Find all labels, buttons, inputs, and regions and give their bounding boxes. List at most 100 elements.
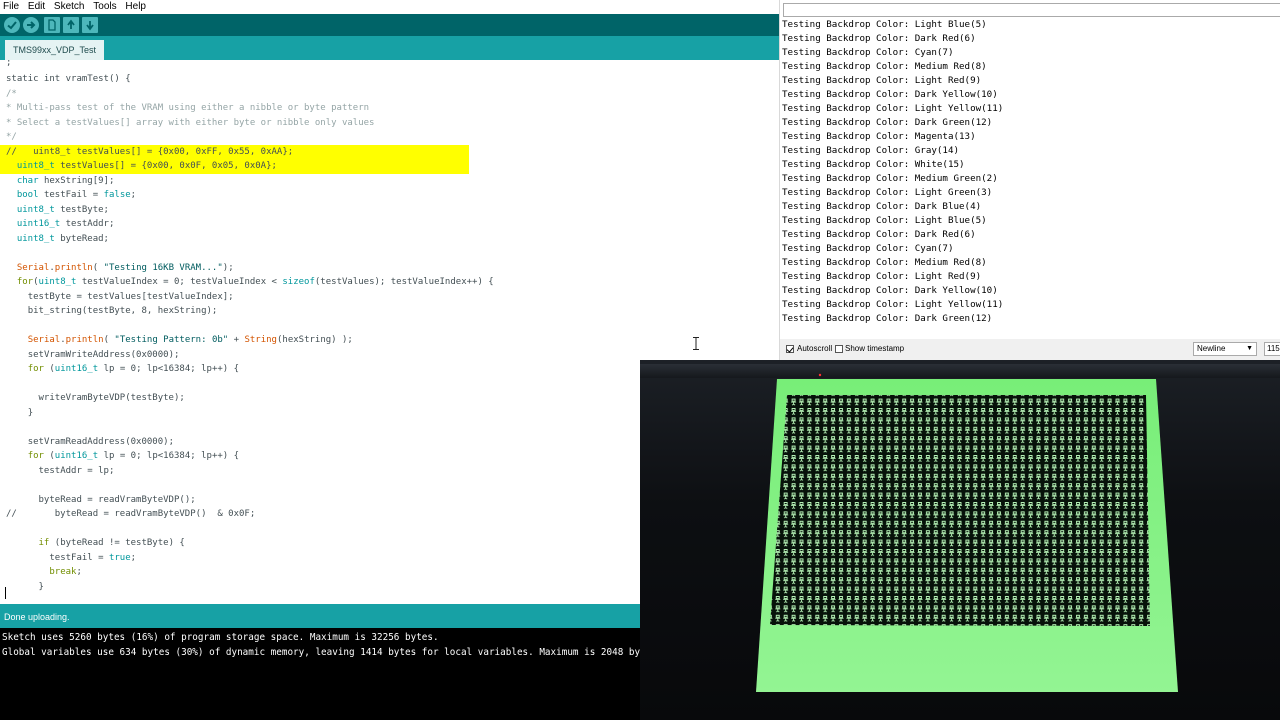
code-token: + [228, 335, 245, 345]
code-token: static int vramTest() { [6, 74, 131, 84]
code-token: ( [43, 364, 55, 374]
serial-line: Testing Backdrop Color: Dark Green(12) [782, 117, 993, 128]
status-bar: Done uploading. [0, 604, 640, 628]
verify-icon[interactable] [4, 17, 20, 33]
menu-file[interactable]: File [0, 0, 22, 12]
save-icon[interactable] [82, 17, 98, 33]
serial-footer: Autoscroll Show timestamp Newline ▼ 115 [780, 339, 1280, 360]
code-token: testAddr = lp; [38, 465, 115, 476]
code-token: ( [103, 335, 115, 345]
code-token: } [27, 407, 34, 418]
code-token: ( [92, 262, 104, 273]
text-caret [5, 587, 6, 599]
code-token: byteRead; [54, 233, 109, 244]
upload-icon[interactable] [23, 17, 39, 33]
code-token: } [38, 581, 44, 592]
code-line: Serial.println( "Testing 16KB VRAM..."); [0, 261, 494, 276]
code-type: uint8_t [38, 277, 77, 287]
code-token: writeVramByteVDP(testByte); [38, 393, 185, 403]
code-type: bool [16, 190, 39, 200]
code-line: setVramReadAddress(0x0000); [0, 435, 494, 450]
code-token: testByte = testValues[testValueIndex]; [27, 291, 234, 302]
menu-edit[interactable]: Edit [25, 0, 48, 12]
code-comment: * Multi-pass test of the VRAM using eith… [6, 103, 370, 113]
baud-select[interactable]: 115 [1264, 342, 1280, 356]
serial-line: Testing Backdrop Color: Dark Yellow(10) [782, 89, 998, 100]
code-token: lp = 0; lp<16384; lp++) { [98, 364, 240, 374]
code-keyword: sizeof [282, 277, 315, 287]
code-comment: /* [6, 88, 17, 99]
code-token: (byteRead != testByte) { [49, 538, 185, 548]
menu-help[interactable]: Help [122, 0, 149, 12]
serial-line: Testing Backdrop Color: Cyan(7) [782, 243, 954, 254]
menu-tools[interactable]: Tools [90, 0, 119, 12]
code-type: char [16, 175, 39, 186]
code-type: uint8_t [16, 161, 55, 171]
code-line: byteRead = readVramByteVDP(); [0, 493, 494, 508]
code-string: "Testing 16KB VRAM..." [103, 262, 223, 273]
code-token: testFail = [38, 190, 104, 200]
code-token: setVramWriteAddress(0x0000); [27, 349, 180, 360]
console-output: Sketch uses 5260 bytes (16%) of program … [0, 628, 640, 720]
open-icon[interactable] [63, 17, 79, 33]
code-keyword: for [16, 277, 34, 287]
code-comment: */ [6, 132, 17, 142]
code-line: setVramWriteAddress(0x0000); [0, 348, 494, 363]
code-token: (testValues); testValueIndex++) { [314, 277, 494, 287]
code-literal: false [103, 190, 131, 200]
serial-line: Testing Backdrop Color: White(15) [782, 159, 965, 170]
code-token: ); [222, 262, 234, 273]
code-line: // byteRead = readVramByteVDP() & 0x0F; [0, 507, 494, 522]
serial-line: Testing Backdrop Color: Light Blue(5) [782, 215, 987, 226]
serial-line: Testing Backdrop Color: Magenta(13) [782, 131, 976, 142]
console-line: Sketch uses 5260 bytes (16%) of program … [2, 632, 439, 643]
new-icon[interactable] [44, 17, 60, 33]
code-type: uint16_t [54, 451, 99, 461]
line-ending-select[interactable]: Newline ▼ [1193, 342, 1257, 356]
code-line: break; [0, 565, 494, 580]
code-line: ; [6, 60, 12, 68]
tab-sketch[interactable]: TMS99xx_VDP_Test [5, 40, 105, 60]
code-token: // byteRead = readVramByteVDP() & 0x0F; [6, 509, 256, 519]
serial-line: Testing Backdrop Color: Medium Red(8) [782, 61, 987, 72]
autoscroll-checkbox[interactable] [786, 345, 794, 353]
highlighted-line: // uint8_t testValues[] = {0x00, 0xFF, 0… [0, 144, 469, 159]
ibeam-cursor-icon [693, 337, 699, 350]
code-line: if (byteRead != testByte) { [0, 536, 494, 551]
code-editor[interactable]: ; static int vramTest() { /* * Multi-pas… [0, 60, 640, 604]
code-line: bit_string(testByte, 8, hexString); [0, 304, 494, 319]
code-keyword: for [27, 451, 44, 461]
serial-line: Testing Backdrop Color: Medium Green(2) [782, 173, 998, 184]
code-line: char hexString[9]; [0, 174, 494, 189]
code-token: ; [76, 567, 82, 577]
serial-input[interactable] [783, 3, 1280, 17]
code-token: testValues[] = {0x00, 0x0F, 0x05, 0x0A}; [54, 161, 277, 171]
serial-line: Testing Backdrop Color: Light Red(9) [782, 271, 982, 282]
menu-bar: File Edit Sketch Tools Help [0, 0, 780, 14]
code-token: testFail = [49, 552, 109, 563]
code-token: setVramReadAddress(0x0000); [27, 436, 174, 447]
code-area: ; static int vramTest() { /* * Multi-pas… [0, 60, 494, 594]
serial-line: Testing Backdrop Color: Light Yellow(11) [782, 103, 1004, 114]
monitor-screen [640, 360, 1280, 720]
menu-sketch[interactable]: Sketch [51, 0, 88, 12]
code-token: bit_string(testByte, 8, hexString); [27, 306, 218, 316]
code-token: hexString[9]; [38, 175, 115, 186]
timestamp-checkbox[interactable] [835, 345, 843, 353]
serial-line: Testing Backdrop Color: Dark Blue(4) [782, 201, 982, 212]
led-indicator [818, 373, 822, 377]
console-line: Global variables use 634 bytes (30%) of … [2, 646, 640, 658]
serial-line: Testing Backdrop Color: Dark Green(12) [782, 313, 993, 324]
code-line: writeVramByteVDP(testByte); [0, 391, 494, 406]
baud-value: 115 [1267, 344, 1280, 353]
serial-monitor: Testing Backdrop Color: Light Blue(5) Tes… [779, 0, 1280, 360]
toolbar [0, 14, 780, 36]
serial-line: Testing Backdrop Color: Medium Red(8) [782, 257, 987, 268]
code-token: byteRead = readVramByteVDP(); [38, 494, 196, 505]
code-token: testValueIndex = 0; testValueIndex < [76, 277, 283, 287]
code-line: static int vramTest() { [0, 72, 494, 87]
code-line: for (uint16_t lp = 0; lp<16384; lp++) { [0, 362, 494, 377]
